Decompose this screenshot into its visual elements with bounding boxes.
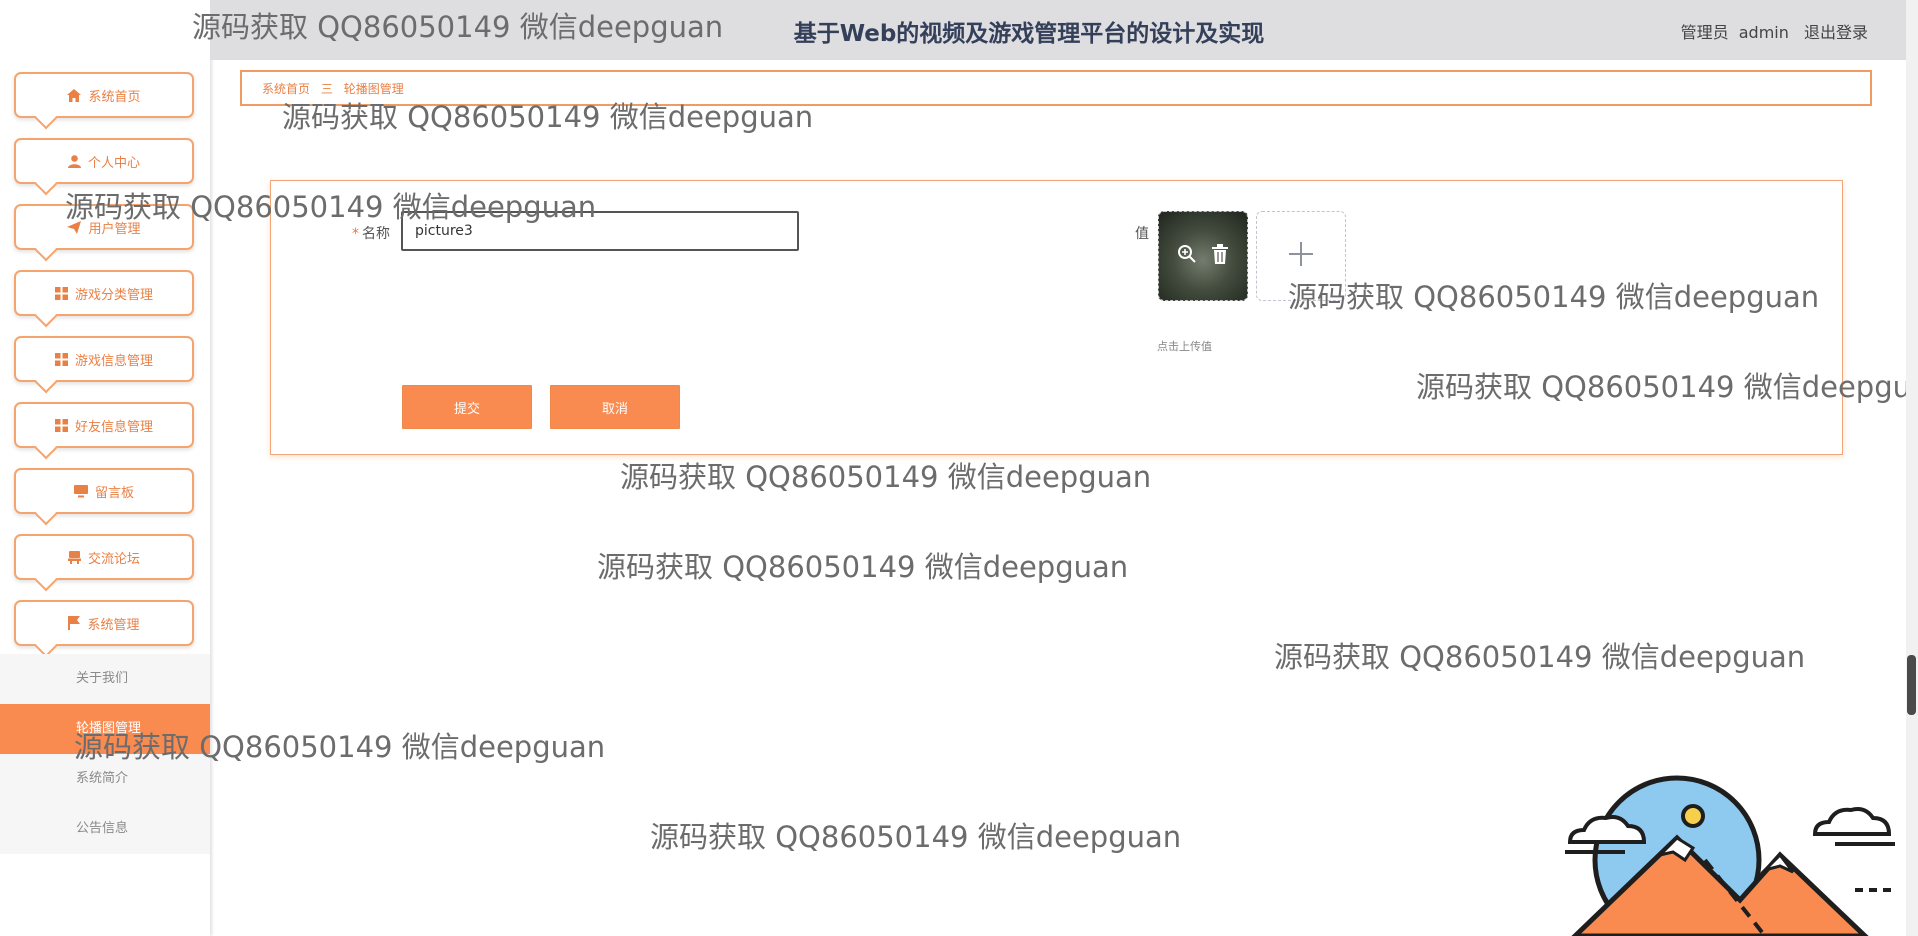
sidebar: 系统首页 个人中心 用户管理 游戏分类管理 游戏信息管理 好友信息管理 留言板 …	[0, 0, 210, 936]
menu-item-users[interactable]: 用户管理	[14, 204, 194, 250]
breadcrumb-home[interactable]: 系统首页	[262, 82, 310, 96]
grid-icon	[54, 418, 68, 432]
menu-item-game-category[interactable]: 游戏分类管理	[14, 270, 194, 316]
menu-label: 个人中心	[87, 155, 140, 171]
page-title: 基于Web的视频及游戏管理平台的设计及实现	[793, 21, 1265, 47]
menu-item-forum[interactable]: 交流论坛	[14, 534, 194, 580]
menu-item-message-board[interactable]: 留言板	[14, 468, 194, 514]
name-label: * 名称	[352, 223, 390, 243]
menu-label: 游戏分类管理	[74, 287, 153, 303]
required-mark: *	[352, 226, 359, 242]
menu-label: 交流论坛	[87, 551, 140, 567]
menu-item-profile[interactable]: 个人中心	[14, 138, 194, 184]
user-icon	[67, 154, 81, 168]
menu-label: 留言板	[94, 485, 134, 501]
send-icon	[67, 220, 82, 234]
zoom-in-icon[interactable]	[1177, 244, 1197, 268]
menu-label: 系统管理	[87, 617, 140, 633]
top-header: 基于Web的视频及游戏管理平台的设计及实现 管理员 admin 退出登录	[210, 0, 1908, 60]
breadcrumb: 系统首页 三 轮播图管理	[240, 70, 1872, 106]
menu-item-home[interactable]: 系统首页	[14, 72, 194, 118]
flag-icon	[68, 616, 81, 630]
monitor-icon	[73, 484, 88, 498]
plus-icon	[1287, 240, 1315, 272]
submit-button[interactable]: 提交	[402, 385, 532, 429]
cancel-button[interactable]: 取消	[550, 385, 680, 429]
menu-item-game-info[interactable]: 游戏信息管理	[14, 336, 194, 382]
watermark-text: 源码获取 QQ86050149 微信deepguan	[1274, 640, 1806, 674]
submenu-carousel[interactable]: 轮播图管理	[0, 704, 210, 754]
submenu-notices[interactable]: 公告信息	[0, 804, 210, 854]
system-submenu: 关于我们 轮播图管理 系统简介 公告信息	[0, 654, 210, 854]
breadcrumb-separator: 三	[320, 82, 333, 96]
watermark-text: 源码获取 QQ86050149 微信deepguan	[650, 820, 1182, 854]
menu-label: 好友信息管理	[74, 419, 153, 435]
watermark-text: 源码获取 QQ86050149 微信deepguan	[620, 460, 1152, 494]
scrollbar-thumb[interactable]	[1907, 655, 1916, 715]
mountain-illustration	[1565, 775, 1895, 936]
logout-link[interactable]: 退出登录	[1804, 23, 1868, 42]
delete-icon[interactable]	[1211, 244, 1229, 268]
vertical-scrollbar[interactable]	[1906, 0, 1918, 936]
watermark-text: 源码获取 QQ86050149 微信deepguan	[597, 550, 1129, 584]
user-role: 管理员	[1680, 23, 1729, 42]
menu-item-system[interactable]: 系统管理	[14, 600, 194, 646]
menu-label: 系统首页	[88, 89, 141, 105]
uploaded-image-thumbnail[interactable]	[1158, 211, 1248, 301]
grid-icon	[54, 352, 68, 366]
menu-label: 游戏信息管理	[74, 353, 153, 369]
menu-item-friends[interactable]: 好友信息管理	[14, 402, 194, 448]
breadcrumb-current: 轮播图管理	[343, 82, 404, 96]
menu-label: 用户管理	[88, 221, 141, 237]
grid-icon	[54, 286, 68, 300]
name-input[interactable]	[401, 211, 799, 251]
submenu-system-intro[interactable]: 系统简介	[0, 754, 210, 804]
upload-hint: 点击上传值	[1157, 340, 1212, 353]
username: admin	[1738, 23, 1789, 42]
edit-form-card: *名称 值 点击上传值 提交 取消	[270, 180, 1843, 455]
value-label: 值	[1135, 226, 1149, 242]
user-area: 管理员 admin 退出登录	[1671, 19, 1868, 43]
upload-button[interactable]	[1256, 211, 1346, 301]
chair-icon	[67, 550, 81, 564]
name-label-text: 名称	[362, 226, 390, 242]
home-icon	[67, 88, 82, 102]
submenu-about-us[interactable]: 关于我们	[0, 654, 210, 704]
